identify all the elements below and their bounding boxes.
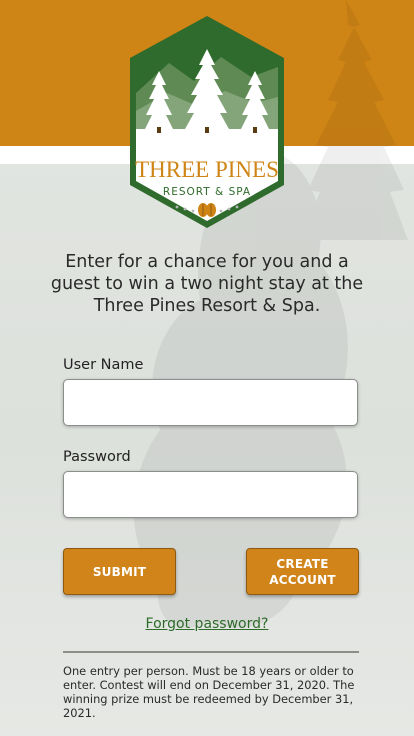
divider [63,651,359,653]
submit-button-label: SUBMIT [92,564,147,579]
three-pines-logo: THREE PINES RESORT & SPA [130,16,284,228]
logo-subtitle: RESORT & SPA [163,186,251,198]
logo-title: THREE PINES [135,157,279,182]
create-account-button[interactable]: CREATE ACCOUNT [246,548,359,595]
username-input[interactable] [63,379,358,426]
submit-button[interactable]: SUBMIT [63,548,176,595]
create-account-label-line1: CREATE [276,556,329,571]
contest-intro-text: Enter for a chance for you and a guest t… [50,252,364,316]
create-account-label-line2: ACCOUNT [269,572,336,587]
username-label: User Name [63,357,144,373]
contest-fine-print: One entry per person. Must be 18 years o… [63,664,355,720]
forgot-password-link[interactable]: Forgot password? [0,616,414,632]
password-label: Password [63,449,131,465]
password-input[interactable] [63,471,358,518]
